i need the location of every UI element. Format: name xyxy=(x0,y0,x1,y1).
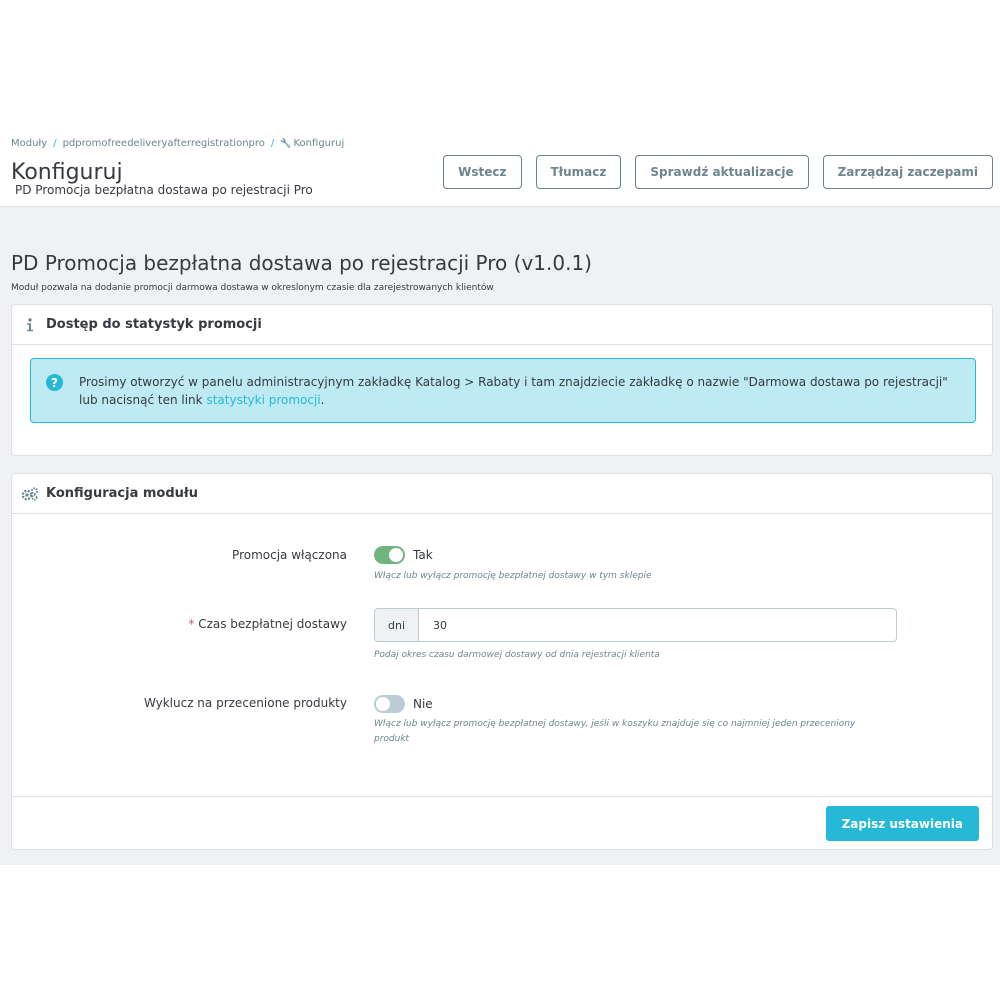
promo-enabled-value: Tak xyxy=(413,548,433,562)
config-panel-footer: Zapisz ustawienia xyxy=(12,796,992,849)
stats-panel: Dostęp do statystyk promocji ? Prosimy o… xyxy=(11,304,993,456)
page-subtitle: PD Promocja bezpłatna dostawa po rejestr… xyxy=(15,183,313,197)
breadcrumb: Moduły / pdpromofreedeliveryafterregistrat… xyxy=(11,138,344,149)
stats-panel-header: Dostęp do statystyk promocji xyxy=(12,305,992,345)
breadcrumb-modules[interactable]: Moduły xyxy=(11,138,47,149)
free-time-help: Podaj okres czasu darmowej dostawy od dn… xyxy=(374,650,660,660)
exclude-discounted-toggle[interactable] xyxy=(374,695,405,713)
check-updates-button[interactable]: Sprawdź aktualizacje xyxy=(635,155,809,189)
save-settings-button[interactable]: Zapisz ustawienia xyxy=(825,806,979,841)
info-icon xyxy=(20,317,40,332)
alert-text: Prosimy otworzyć w panelu administracyjn… xyxy=(79,373,949,409)
free-time-input[interactable]: 30 xyxy=(419,608,897,642)
config-panel-title: Konfiguracja modułu xyxy=(46,486,198,501)
module-description: Moduł pozwala na dodanie promocji darmow… xyxy=(11,283,494,293)
config-panel-header: Konfiguracja modułu xyxy=(12,474,992,514)
back-button[interactable]: Wstecz xyxy=(443,155,522,189)
exclude-discounted-label: Wyklucz na przecenione produkty xyxy=(143,696,347,710)
exclude-discounted-help: Włącz lub wyłącz promocję bezpłatnej dos… xyxy=(374,719,856,744)
toggle-knob xyxy=(376,697,390,711)
breadcrumb-separator: / xyxy=(53,138,57,149)
breadcrumb-module[interactable]: pdpromofreedeliveryafterregistrationpro xyxy=(63,138,265,149)
manage-hooks-button[interactable]: Zarządzaj zaczepami xyxy=(822,155,993,189)
info-alert: ? Prosimy otworzyć w panelu administracy… xyxy=(30,358,976,423)
config-panel: Konfiguracja modułu Promocja włączona Ta… xyxy=(11,473,993,850)
stats-link[interactable]: statystyki promocji xyxy=(206,393,320,407)
breadcrumb-separator: / xyxy=(270,138,275,149)
module-title: PD Promocja bezpłatna dostawa po rejestr… xyxy=(11,251,592,275)
days-addon: dni xyxy=(374,608,419,642)
toolbar: Wstecz Tłumacz Sprawdź aktualizacje Zarz… xyxy=(443,155,993,189)
required-mark: * xyxy=(188,617,195,631)
page-title: Konfiguruj xyxy=(11,160,123,185)
exclude-discounted-value: Nie xyxy=(413,697,433,711)
promo-enabled-toggle[interactable] xyxy=(374,546,405,564)
question-circle-icon: ? xyxy=(46,374,63,391)
breadcrumb-current: Konfiguruj xyxy=(293,138,345,149)
free-time-label: * Czas bezpłatnej dostawy xyxy=(188,617,347,631)
wrench-icon: 🔧 xyxy=(280,139,292,149)
toggle-knob xyxy=(389,548,403,562)
gears-icon xyxy=(20,487,40,501)
promo-enabled-help: Włącz lub wyłącz promocję bezpłatnej dos… xyxy=(374,571,652,581)
free-time-input-group: dni 30 xyxy=(374,608,897,642)
stats-panel-title: Dostęp do statystyk promocji xyxy=(46,317,262,332)
promo-enabled-label: Promocja włączona xyxy=(232,548,347,562)
free-time-label-text: Czas bezpłatnej dostawy xyxy=(198,617,347,631)
translate-button[interactable]: Tłumacz xyxy=(535,155,622,189)
page-header: Moduły / pdpromofreedeliveryafterregistrat… xyxy=(0,130,1000,207)
alert-end: . xyxy=(320,393,325,407)
main-content: PD Promocja bezpłatna dostawa po rejestr… xyxy=(0,207,1000,865)
